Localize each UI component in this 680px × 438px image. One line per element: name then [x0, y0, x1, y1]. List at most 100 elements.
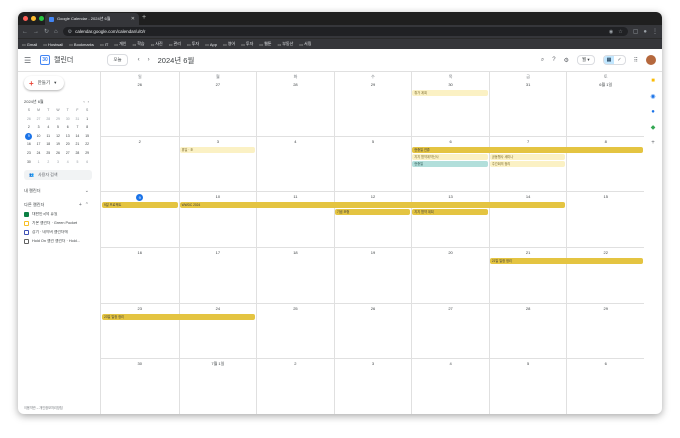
- mini-day[interactable]: 23: [24, 150, 34, 157]
- mini-day[interactable]: 5: [73, 159, 83, 166]
- close-tab-icon[interactable]: ✕: [131, 16, 135, 22]
- other-calendars-heading[interactable]: 다른 캘린더: [24, 202, 44, 208]
- event-chip[interactable]: 기념 조형: [334, 209, 411, 216]
- day-cell[interactable]: 20: [411, 248, 489, 303]
- day-cell[interactable]: 18: [256, 248, 334, 303]
- day-number[interactable]: 27: [216, 82, 220, 87]
- day-cell[interactable]: 3: [333, 359, 412, 414]
- day-cell[interactable]: 12: [333, 192, 412, 247]
- mini-day[interactable]: 4: [43, 124, 53, 131]
- help-icon[interactable]: ?: [552, 57, 555, 63]
- view-selector[interactable]: 월 ▾: [577, 55, 595, 65]
- maps-icon[interactable]: ◆: [651, 124, 656, 131]
- event-chip[interactable]: 휴일 · 조: [179, 146, 256, 153]
- day-number[interactable]: 28: [293, 82, 297, 87]
- day-cell[interactable]: 2: [101, 137, 179, 192]
- day-number[interactable]: 23: [138, 306, 142, 311]
- my-calendars-heading[interactable]: 내 캘린더: [24, 188, 41, 194]
- day-cell[interactable]: 31: [488, 80, 567, 136]
- bookmark-item[interactable]: ▭ 학습: [132, 41, 144, 47]
- day-cell[interactable]: 7월 1일: [178, 359, 257, 414]
- mini-day[interactable]: 25: [43, 150, 53, 157]
- day-number[interactable]: 29: [371, 82, 375, 87]
- day-cell[interactable]: 21: [488, 248, 567, 303]
- bookmark-item[interactable]: ▭ 서핑: [299, 41, 311, 47]
- day-number[interactable]: 3: [217, 139, 219, 144]
- day-cell[interactable]: 3: [178, 136, 257, 192]
- bookmark-item[interactable]: ▭ 사진: [151, 41, 163, 47]
- bookmark-star-icon[interactable]: ☆: [618, 29, 622, 35]
- calendar-checkbox[interactable]: [24, 211, 29, 217]
- chevron-down-icon[interactable]: ⌄: [85, 188, 92, 194]
- day-cell[interactable]: 15: [566, 192, 644, 247]
- mini-day[interactable]: 22: [82, 141, 92, 148]
- day-cell[interactable]: 30: [101, 359, 179, 414]
- mini-day[interactable]: 2: [43, 159, 53, 166]
- day-number[interactable]: 12: [371, 194, 375, 199]
- bookmark-item[interactable]: ▭ 개인: [114, 41, 126, 47]
- day-cell[interactable]: 8: [566, 136, 644, 192]
- bookmark-item[interactable]: ▭ 관리: [169, 41, 181, 47]
- back-icon[interactable]: ←: [22, 29, 28, 35]
- day-cell[interactable]: 5: [488, 359, 567, 414]
- day-cell[interactable]: 27: [178, 80, 257, 136]
- search-icon[interactable]: ⌕: [541, 57, 544, 64]
- event-chip[interactable]: 지지 협약 계획: [412, 209, 488, 216]
- day-number[interactable]: 3: [372, 361, 374, 366]
- calendar-checkbox[interactable]: [24, 220, 29, 226]
- reload-icon[interactable]: ↻: [44, 28, 49, 35]
- bookmark-item[interactable]: ▭ 웹툰: [259, 41, 271, 47]
- day-cell[interactable]: 26: [101, 80, 179, 136]
- day-cell[interactable]: 26: [333, 303, 412, 359]
- event-chip[interactable]: 23일 일정 정리: [102, 313, 256, 320]
- calendar-list-item[interactable]: Hold On 캘린 캘린더 · Hold...: [24, 238, 92, 244]
- browser-tab[interactable]: Google Calendar - 2024년 6월 ✕: [45, 13, 139, 25]
- bookmark-item[interactable]: ▭ Gmail: [22, 42, 37, 47]
- new-tab-icon[interactable]: +: [142, 14, 146, 21]
- contacts-icon[interactable]: ●: [651, 109, 655, 115]
- event-chip[interactable]: 현충일: [412, 160, 488, 167]
- day-number[interactable]: 22: [603, 250, 607, 255]
- mini-day[interactable]: 2: [24, 124, 34, 131]
- minimize-window-button[interactable]: [31, 16, 36, 21]
- mini-day[interactable]: 29: [53, 116, 63, 123]
- mini-day[interactable]: 10: [34, 133, 44, 140]
- event-chip[interactable]: 현충일 연휴: [412, 146, 643, 153]
- bookmark-item[interactable]: ▭ Bookmarks: [69, 42, 94, 47]
- day-cell[interactable]: 29: [566, 303, 644, 359]
- tasks-view-icon[interactable]: ✓: [614, 56, 624, 64]
- day-cell[interactable]: 10: [178, 192, 257, 247]
- day-number[interactable]: 28: [526, 306, 530, 311]
- mini-day[interactable]: 24: [34, 150, 44, 157]
- day-number[interactable]: 5: [372, 139, 374, 144]
- maximize-window-button[interactable]: [39, 16, 44, 21]
- day-number[interactable]: 9: [136, 194, 144, 202]
- mini-day[interactable]: 8: [82, 124, 92, 131]
- day-cell[interactable]: 22: [566, 248, 644, 303]
- day-number[interactable]: 7: [527, 139, 529, 144]
- settings-gear-icon[interactable]: ⚙: [564, 57, 569, 64]
- day-cell[interactable]: 29: [333, 80, 412, 136]
- site-info-icon[interactable]: ⚙: [68, 29, 72, 35]
- day-number[interactable]: 25: [293, 306, 297, 311]
- day-number[interactable]: 27: [448, 306, 452, 311]
- bookmark-item[interactable]: ▭ 투자: [187, 41, 199, 47]
- day-number[interactable]: 30: [448, 82, 452, 87]
- mini-day[interactable]: 29: [82, 150, 92, 157]
- profile-icon[interactable]: ●: [643, 29, 647, 35]
- day-number[interactable]: 8: [605, 139, 607, 144]
- day-number[interactable]: 20: [448, 250, 452, 255]
- forward-icon[interactable]: →: [33, 29, 39, 35]
- day-number[interactable]: 18: [293, 250, 297, 255]
- day-cell[interactable]: 5: [333, 136, 412, 192]
- today-button[interactable]: 오늘: [107, 54, 128, 66]
- day-number[interactable]: 6: [605, 361, 607, 366]
- day-number[interactable]: 6: [449, 139, 451, 144]
- day-cell[interactable]: 6월 1일: [566, 80, 644, 136]
- event-chip[interactable]: 주간회의 정리: [489, 160, 566, 167]
- mini-day[interactable]: 12: [53, 133, 63, 140]
- mini-day[interactable]: 3: [34, 124, 44, 131]
- footer-links[interactable]: 이용약관 – 개인정보처리방침: [24, 405, 63, 410]
- bookmark-item[interactable]: ▭ 투자: [241, 41, 253, 47]
- next-period-icon[interactable]: ›: [148, 57, 150, 63]
